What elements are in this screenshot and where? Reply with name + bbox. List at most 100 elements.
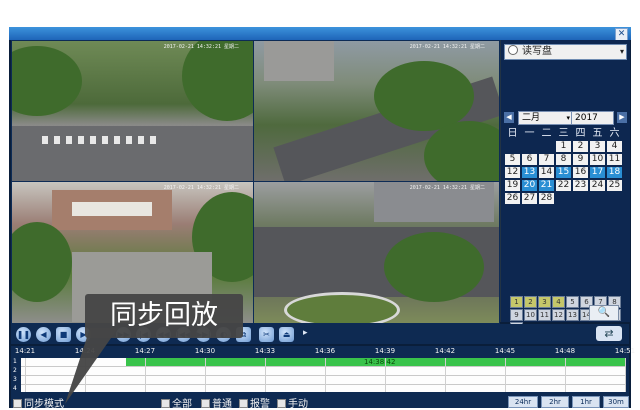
pause-button[interactable]: ❚❚: [16, 327, 31, 342]
filter-normal-checkbox[interactable]: 普通: [201, 395, 232, 410]
calendar-day[interactable]: 17: [590, 167, 605, 178]
filter-all-checkbox[interactable]: 全部: [161, 395, 192, 410]
time-tick-label: 14:45: [494, 347, 516, 355]
calendar-day[interactable]: 22: [556, 180, 571, 191]
day-grid: 1 2 3 4 5 6 7 8 9 10 11 12 13 14 15 16 17 18 19 20 21 22 23 24 2…: [504, 140, 627, 205]
weekday-label: 二: [541, 128, 552, 139]
channel-toggle[interactable]: 10: [524, 309, 537, 321]
calendar-day[interactable]: 6: [522, 154, 537, 165]
cut-button[interactable]: ✂: [259, 327, 274, 342]
checkbox-icon: [201, 399, 210, 408]
month-select[interactable]: 二月 ▾: [518, 111, 573, 125]
channel-toggle[interactable]: 11: [538, 309, 551, 321]
prev-month-button[interactable]: ◀: [504, 112, 514, 123]
filter-manual-checkbox[interactable]: 手动: [277, 395, 308, 410]
weekday-label: 日: [507, 128, 518, 139]
calendar-day[interactable]: 9: [573, 154, 588, 165]
rewind-button[interactable]: ◀: [36, 327, 51, 342]
calendar-day[interactable]: 7: [539, 154, 554, 165]
channel-toggle[interactable]: 9: [510, 309, 523, 321]
filter-label: 全部: [172, 399, 192, 410]
checkbox-icon: [13, 399, 22, 408]
refresh-icon: ⇄: [604, 327, 614, 340]
zoom-1hr-button[interactable]: 1hr: [572, 396, 600, 408]
calendar-day[interactable]: 8: [556, 154, 571, 165]
more-arrow-icon[interactable]: ▸: [303, 328, 308, 338]
channel-toggle[interactable]: 2: [524, 296, 537, 308]
chevron-down-icon: ▾: [566, 114, 570, 122]
channel-toggle[interactable]: 3: [538, 296, 551, 308]
calendar-day[interactable]: 10: [590, 154, 605, 165]
time-tick-label: 14:36: [314, 347, 336, 355]
time-tick-label: 14:21: [14, 347, 36, 355]
grid-line: [445, 358, 446, 392]
calendar-day[interactable]: 27: [522, 193, 537, 204]
track-number: 3: [13, 376, 17, 383]
channel-toggle[interactable]: 5: [566, 296, 579, 308]
zoom-24hr-button[interactable]: 24hr: [508, 396, 538, 408]
time-tick-label: 14:51: [614, 347, 636, 355]
search-icon: 🔍: [597, 307, 611, 318]
channel-toggle[interactable]: 12: [552, 309, 565, 321]
grid-line: [325, 358, 326, 392]
empty-day: [505, 141, 520, 152]
calendar-day[interactable]: 24: [590, 180, 605, 191]
filter-label: 普通: [212, 399, 232, 410]
next-month-button[interactable]: ▶: [617, 112, 627, 123]
calendar-day[interactable]: 16: [573, 167, 588, 178]
calendar-day[interactable]: 5: [505, 154, 520, 165]
calendar-day[interactable]: 21: [539, 180, 554, 191]
grid-line: [565, 358, 566, 392]
title-bar: ✕: [9, 27, 631, 41]
calendar-day[interactable]: 1: [556, 141, 571, 152]
refresh-button[interactable]: ⇄: [596, 326, 622, 341]
calendar-day[interactable]: 18: [607, 167, 622, 178]
camera-view-2[interactable]: 2017-02-21 14:32:21 星期二: [253, 40, 500, 182]
filter-label: 手动: [288, 399, 308, 410]
save-button[interactable]: ⏏: [279, 327, 294, 342]
calendar-day[interactable]: 25: [607, 180, 622, 191]
weekday-label: 一: [524, 128, 535, 139]
zoom-30m-button[interactable]: 30m: [603, 396, 629, 408]
sync-mode-label: 同步模式: [24, 399, 64, 410]
calendar-day[interactable]: 11: [607, 154, 622, 165]
calendar-day[interactable]: 26: [505, 193, 520, 204]
search-button[interactable]: 🔍: [589, 305, 619, 321]
calendar-header: ◀ 二月 ▾ 2017 ▶: [504, 111, 627, 125]
calendar-day[interactable]: 2: [573, 141, 588, 152]
track-number: 1: [13, 358, 17, 365]
weekday-row: 日一二三四五六: [504, 128, 627, 140]
channel-toggle[interactable]: 13: [566, 309, 579, 321]
grid-line: [625, 358, 626, 392]
calendar-day[interactable]: 23: [573, 180, 588, 191]
grid-line: [205, 358, 206, 392]
year-value: 2017: [575, 113, 598, 123]
grid-line: [385, 358, 386, 392]
calendar-day[interactable]: 19: [505, 180, 520, 191]
channel-toggle[interactable]: 4: [552, 296, 565, 308]
callout-pointer: [65, 328, 118, 404]
calendar-day[interactable]: 20: [522, 180, 537, 191]
calendar-day[interactable]: 14: [539, 167, 554, 178]
camera-view-1[interactable]: 2017-02-21 14:32:21 星期二: [11, 40, 254, 182]
year-select[interactable]: 2017: [571, 111, 614, 125]
zoom-2hr-button[interactable]: 2hr: [541, 396, 569, 408]
calendar-day[interactable]: 15: [556, 167, 571, 178]
camera-view-4[interactable]: 2017-02-21 14:32:21 星期二: [253, 181, 500, 324]
disk-select[interactable]: 读写盘 ▾: [504, 44, 627, 60]
grid-line: [145, 358, 146, 392]
calendar-day[interactable]: 3: [590, 141, 605, 152]
calendar-day[interactable]: 13: [522, 167, 537, 178]
timestamp-overlay: 2017-02-21 14:32:21 星期二: [409, 44, 485, 50]
channel-toggle[interactable]: 1: [510, 296, 523, 308]
track-number: 4: [13, 385, 17, 392]
calendar-day[interactable]: 12: [505, 167, 520, 178]
filter-alarm-checkbox[interactable]: 报警: [239, 395, 270, 410]
calendar-day[interactable]: 4: [607, 141, 622, 152]
checkbox-icon: [277, 399, 286, 408]
time-tick-label: 14:27: [134, 347, 156, 355]
calendar-day[interactable]: 28: [539, 193, 554, 204]
month-value: 二月: [522, 113, 541, 123]
timestamp-overlay: 2017-02-21 14:32:21 星期二: [163, 185, 239, 191]
sync-mode-checkbox[interactable]: 同步模式: [13, 395, 64, 410]
